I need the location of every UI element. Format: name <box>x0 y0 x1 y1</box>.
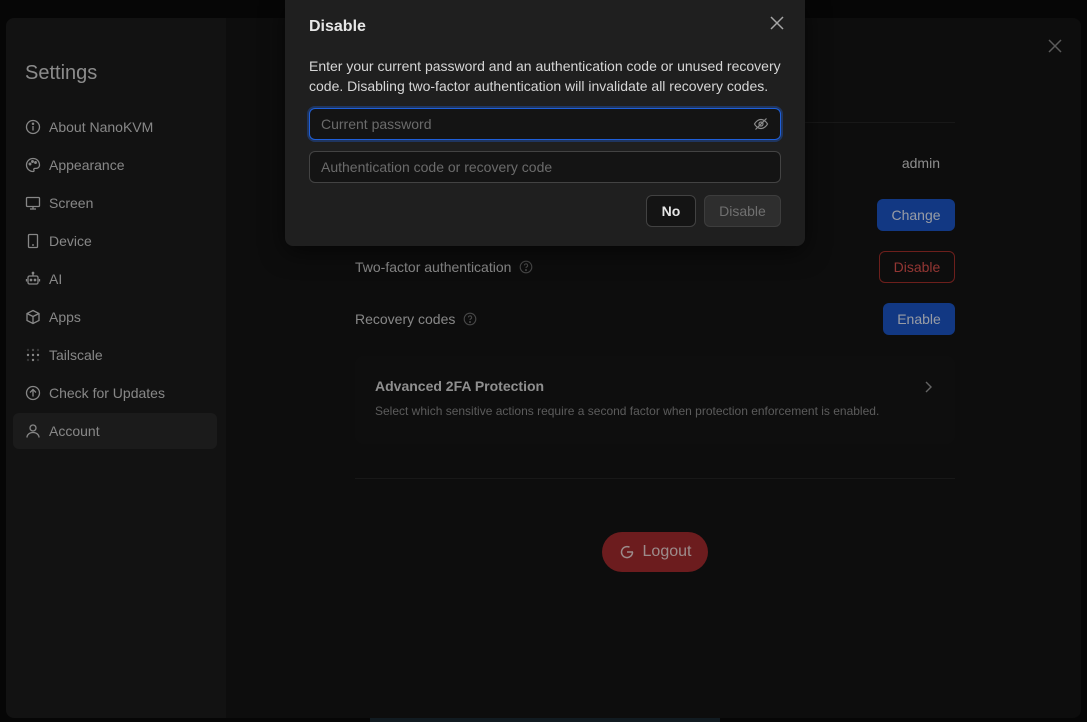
current-password-field <box>309 108 781 140</box>
no-button[interactable]: No <box>646 195 696 227</box>
modal-footer: No Disable <box>646 195 781 227</box>
modal-title: Disable <box>309 18 366 35</box>
auth-code-input[interactable] <box>310 159 780 175</box>
modal-description: Enter your current password and an authe… <box>309 58 781 94</box>
current-password-input[interactable] <box>310 116 753 132</box>
eye-invisible-icon[interactable] <box>753 116 769 132</box>
disable-2fa-modal: Disable Enter your current password and … <box>285 0 805 246</box>
close-icon[interactable] <box>769 15 785 31</box>
disable-confirm-button[interactable]: Disable <box>704 195 781 227</box>
auth-code-field <box>309 151 781 183</box>
